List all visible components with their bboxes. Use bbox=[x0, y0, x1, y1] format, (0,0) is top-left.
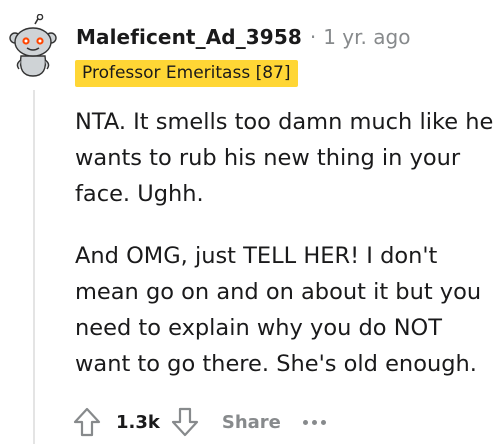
more-dot bbox=[302, 419, 308, 425]
upvote-arrow-icon[interactable] bbox=[70, 404, 104, 440]
comment-header: Maleficent_Ad_3958 · 1 yr. ago bbox=[76, 22, 410, 52]
vote-score: 1.3k bbox=[116, 411, 160, 433]
thread-line[interactable] bbox=[33, 90, 35, 444]
user-flair: Professor Emeritass [87] bbox=[75, 60, 298, 87]
more-options-icon[interactable] bbox=[302, 412, 326, 432]
meta-separator: · bbox=[309, 25, 317, 49]
avatar[interactable] bbox=[8, 13, 58, 78]
timestamp-link[interactable]: 1 yr. ago bbox=[323, 25, 410, 49]
share-button[interactable]: Share bbox=[222, 412, 281, 433]
username-link[interactable]: Maleficent_Ad_3958 bbox=[76, 25, 302, 49]
comment-actions: 1.3k Share bbox=[70, 402, 326, 442]
comment-paragraph: NTA. It smells too damn much like he wan… bbox=[75, 109, 494, 207]
snoo-avatar-icon bbox=[9, 13, 57, 77]
comment-body: NTA. It smells too damn much like he wan… bbox=[75, 104, 495, 382]
more-dot bbox=[311, 419, 317, 425]
downvote-arrow-icon[interactable] bbox=[168, 404, 202, 440]
comment-paragraph: And OMG, just TELL HER! I don't mean go … bbox=[75, 243, 482, 377]
more-dot bbox=[320, 419, 326, 425]
